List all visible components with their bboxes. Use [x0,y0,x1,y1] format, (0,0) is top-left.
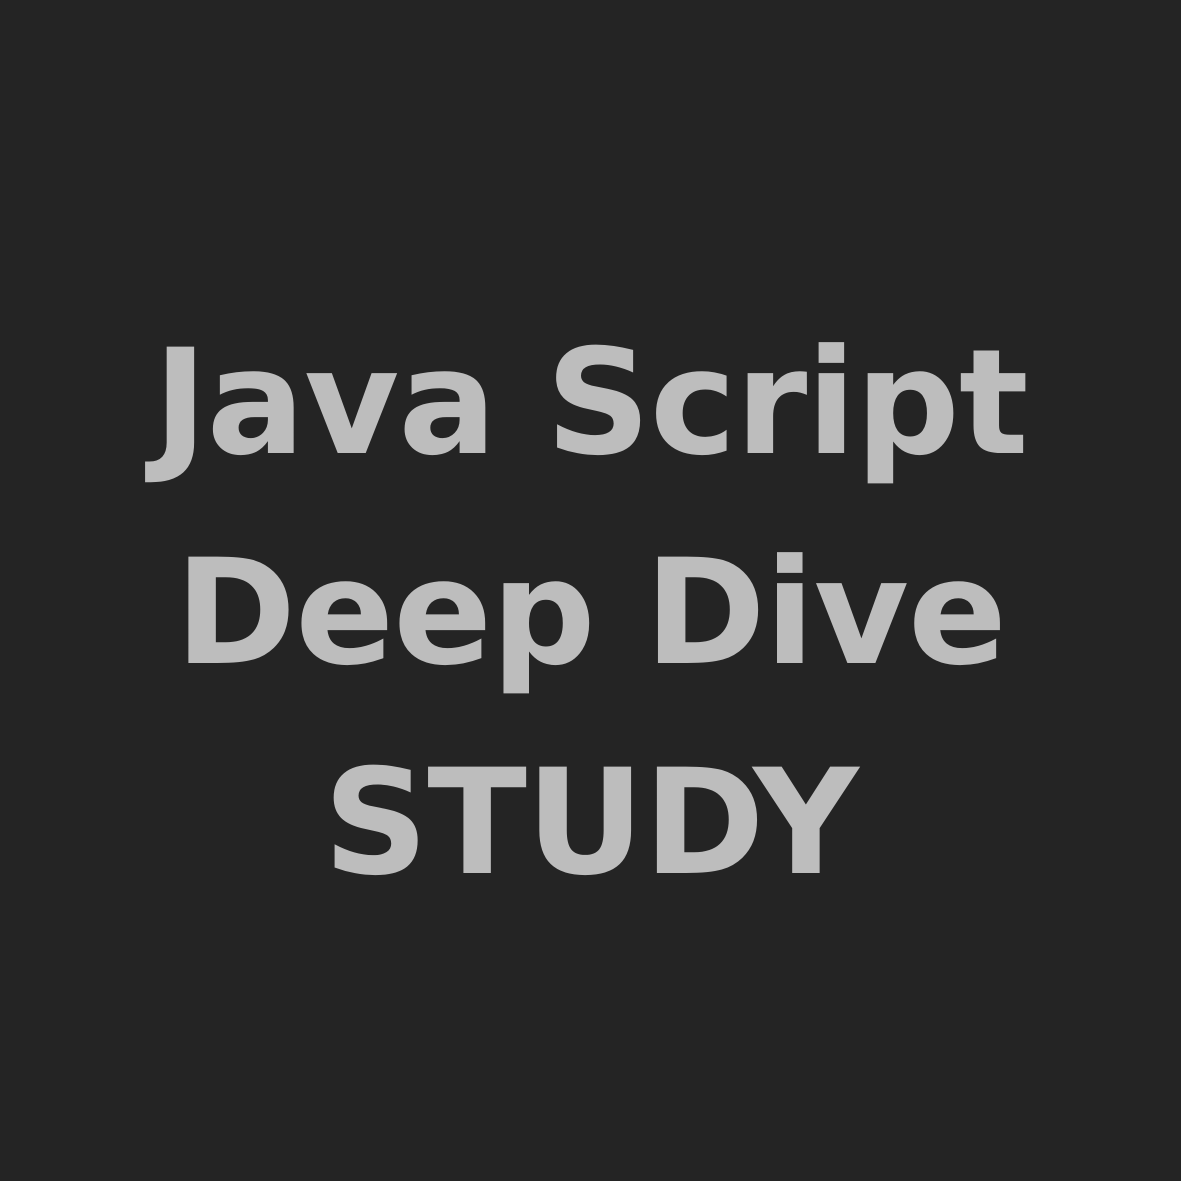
cover-canvas: Java Script Deep Dive STUDY [0,0,1181,1181]
title-line-1: Java Script [153,317,1028,488]
title-line-3: STUDY [323,737,859,908]
title-line-2: Deep Dive [174,527,1007,698]
title-block: Java Script Deep Dive STUDY [153,298,1028,928]
